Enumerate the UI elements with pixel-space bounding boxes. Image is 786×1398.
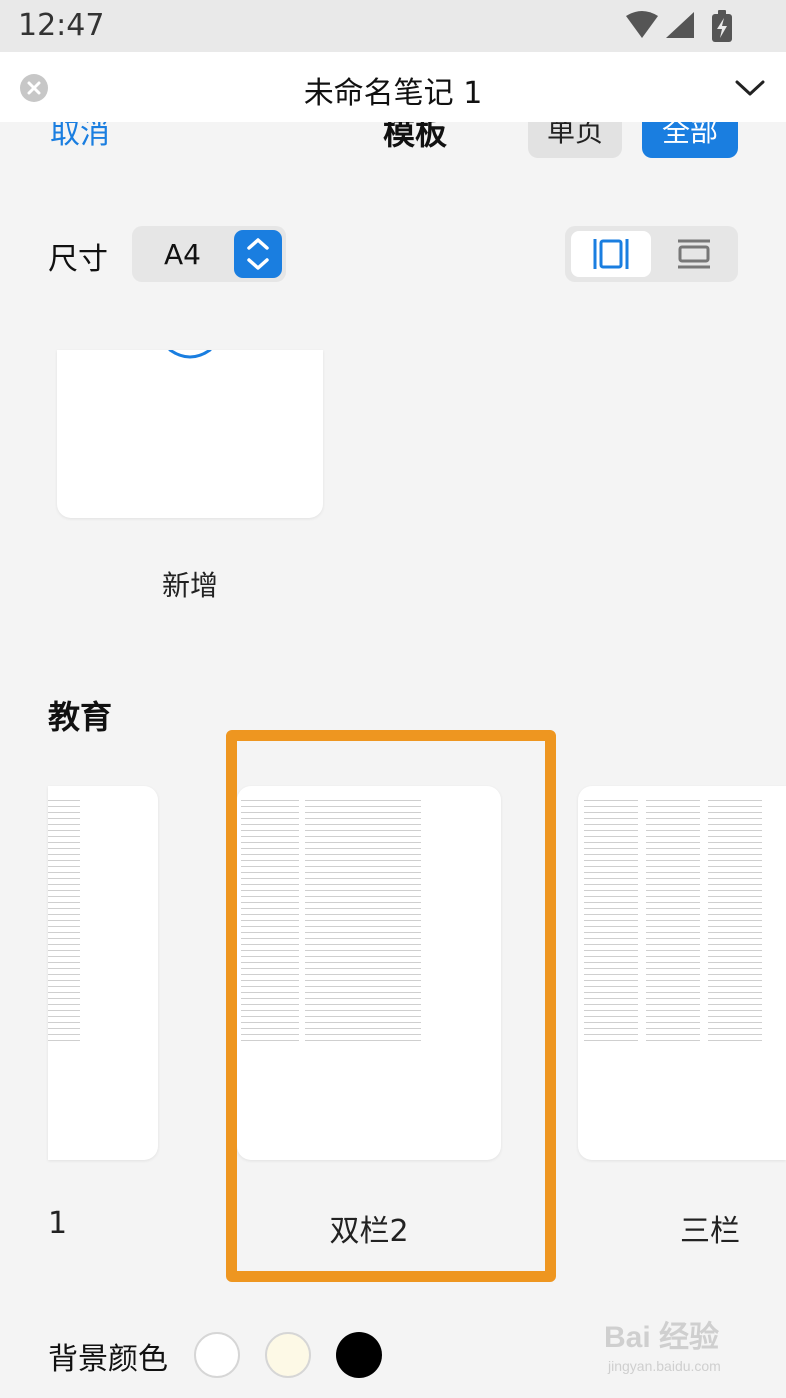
background-swatch-black[interactable] — [336, 1332, 382, 1378]
status-bar: 12:47 — [0, 0, 786, 52]
portrait-icon — [593, 239, 629, 269]
single-page-label: 单页 — [546, 122, 603, 148]
template-lines — [708, 800, 762, 1044]
all-pages-button[interactable]: 全部 — [642, 122, 738, 158]
wifi-icon — [626, 11, 658, 38]
template-label-three-column: 三栏 — [680, 1214, 740, 1249]
template-lines — [48, 800, 80, 1044]
status-time: 12:47 — [18, 8, 105, 43]
section-title: 教育 — [48, 698, 113, 736]
cancel-button[interactable]: 取消 — [50, 122, 130, 158]
template-lines — [584, 800, 638, 1044]
watermark: Bai 经验 jingyan.baidu.com — [604, 1312, 754, 1382]
template-lines — [241, 800, 299, 1044]
template-lines — [646, 800, 700, 1044]
title-bar: 未命名笔记 1 — [0, 52, 786, 122]
orientation-toggle — [565, 226, 738, 282]
up-down-chevron-icon — [247, 238, 269, 270]
template-card-1[interactable] — [48, 786, 158, 1160]
template-lines — [305, 800, 421, 1044]
sheet-title-label: 模板 — [382, 122, 447, 152]
background-swatch-cream[interactable] — [265, 1332, 311, 1378]
battery-charging-icon — [712, 10, 732, 42]
landscape-option[interactable] — [655, 231, 733, 277]
add-template-card[interactable] — [57, 350, 323, 518]
size-stepper[interactable] — [234, 230, 282, 278]
all-pages-label: 全部 — [661, 122, 718, 148]
landscape-icon — [678, 239, 710, 269]
size-label: 尺寸 — [48, 242, 108, 277]
size-select[interactable]: A4 — [132, 226, 286, 282]
template-card-two-column-2[interactable] — [237, 786, 501, 1160]
sheet-title: 模板 — [340, 122, 490, 158]
chevron-down-icon — [735, 80, 765, 96]
template-card-three-column[interactable] — [578, 786, 786, 1160]
add-icon — [168, 350, 212, 359]
signal-icon — [666, 12, 694, 38]
note-title[interactable]: 未命名笔记 1 — [0, 68, 786, 112]
single-page-button[interactable]: 单页 — [528, 122, 622, 158]
watermark-url: jingyan.baidu.com — [608, 1358, 721, 1374]
background-color-label: 背景颜色 — [48, 1342, 168, 1377]
background-swatch-white[interactable] — [194, 1332, 240, 1378]
add-template-label: 新增 — [161, 569, 218, 602]
expand-button[interactable] — [734, 72, 766, 104]
portrait-option[interactable] — [571, 231, 651, 277]
size-value: A4 — [164, 238, 201, 271]
watermark-text: Bai 经验 — [604, 1321, 720, 1354]
cancel-label: 取消 — [50, 122, 110, 151]
template-label-1: 1 — [48, 1206, 68, 1241]
status-icons — [626, 10, 766, 42]
template-label-two-column-2: 双栏2 — [329, 1214, 409, 1249]
